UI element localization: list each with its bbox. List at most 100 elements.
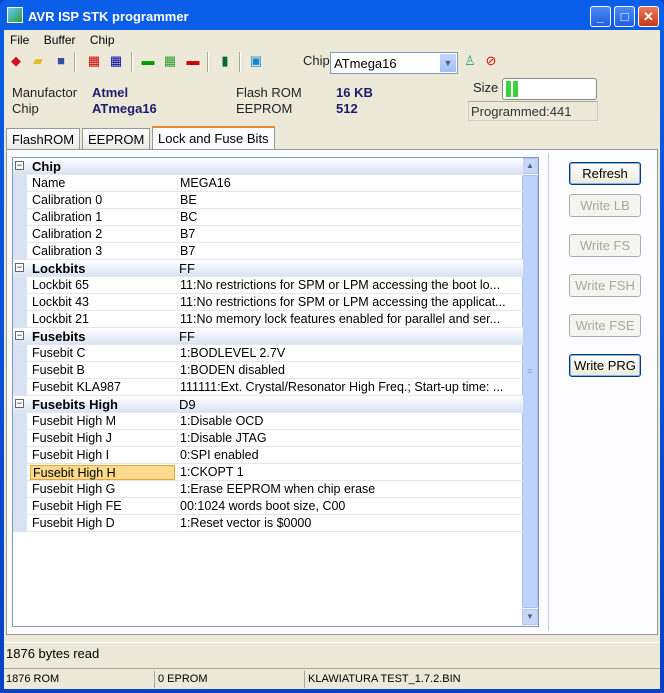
chevron-down-icon[interactable]: ▼ <box>440 54 456 72</box>
property-row[interactable]: Fusebit High I 0:SPI enabled <box>13 447 523 464</box>
open-folder-icon[interactable]: ▰ <box>30 53 46 69</box>
memory-icon[interactable]: ▮ <box>217 53 233 69</box>
property-row[interactable]: Fusebit B 1:BODEN disabled <box>13 362 523 379</box>
row-gutter <box>13 243 27 260</box>
property-row[interactable]: Calibration 3 B7 <box>13 243 523 260</box>
property-row[interactable]: Lockbit 43 11:No restrictions for SPM or … <box>13 294 523 311</box>
write-prg-button[interactable]: Write PRG <box>569 354 641 377</box>
status-eprom: 0 EPROM <box>158 673 208 685</box>
row-gutter <box>13 430 27 447</box>
size-label: Size <box>473 80 499 95</box>
write-chip-icon[interactable]: ▦ <box>108 53 124 69</box>
chip-erase-icon[interactable]: ▬ <box>185 53 201 69</box>
menu-buffer[interactable]: Buffer <box>44 33 76 47</box>
row-gutter <box>13 464 27 481</box>
property-row[interactable]: Fusebit High D 1:Reset vector is $0000 <box>13 515 523 532</box>
property-row[interactable]: Name MEGA16 <box>13 175 523 192</box>
verify-chip-icon[interactable]: ▬ <box>140 53 156 69</box>
minimize-button[interactable]: _ <box>590 6 611 27</box>
exit-icon[interactable]: ▣ <box>248 53 264 69</box>
collapse-icon[interactable]: − <box>15 263 24 272</box>
property-name: Calibration 3 <box>32 244 103 258</box>
stop-icon[interactable]: ⊘ <box>483 53 499 69</box>
property-row[interactable]: Lockbit 21 11:No memory lock features ena… <box>13 311 523 328</box>
row-gutter <box>13 294 27 311</box>
write-fse-button[interactable]: Write FSE <box>569 314 641 337</box>
vertical-scrollbar[interactable]: ▲ ≡ ▼ <box>522 158 538 626</box>
property-row[interactable]: Fusebit High H 1:CKOPT 1 <box>13 464 523 481</box>
chip-label: Chip <box>303 53 330 68</box>
row-gutter <box>13 379 27 396</box>
property-value: B7 <box>177 244 522 258</box>
app-icon <box>7 7 23 23</box>
property-row[interactable]: Fusebit High M 1:Disable OCD <box>13 413 523 430</box>
property-name: Calibration 0 <box>32 193 103 207</box>
menu-file[interactable]: File <box>10 33 29 47</box>
collapse-icon[interactable]: − <box>15 399 24 408</box>
property-value: 1:Disable JTAG <box>177 431 522 445</box>
category-row[interactable]: − Lockbits FF <box>13 260 523 277</box>
blank-check-icon[interactable]: ▦ <box>162 53 178 69</box>
property-value: 1:Disable OCD <box>177 414 522 428</box>
tab-eeprom[interactable]: EEPROM <box>82 128 151 149</box>
property-row[interactable]: Calibration 1 BC <box>13 209 523 226</box>
collapse-icon[interactable]: − <box>15 331 24 340</box>
scroll-down-icon[interactable]: ▼ <box>522 609 538 625</box>
property-value: 11:No restrictions for SPM or LPM access… <box>177 278 522 292</box>
row-gutter <box>13 362 27 379</box>
menu-chip[interactable]: Chip <box>90 33 115 47</box>
category-row[interactable]: − Fusebits High D9 <box>13 396 523 413</box>
status-file: KLAWIATURA TEST_1.7.2.BIN <box>308 673 461 685</box>
erase-icon[interactable]: ◆ <box>8 53 24 69</box>
close-button[interactable]: ✕ <box>638 6 659 27</box>
property-name: Fusebit KLA987 <box>32 380 121 394</box>
property-row[interactable]: Fusebit High J 1:Disable JTAG <box>13 430 523 447</box>
maximize-button[interactable]: □ <box>614 6 635 27</box>
chip-info-value: ATmega16 <box>92 101 157 116</box>
client-area: File Buffer Chip ◆ ▰ ■ ▦ ▦ ▬ ▦ ▬ ▮ ▣ Chi… <box>4 30 660 689</box>
row-gutter <box>13 277 27 294</box>
property-value: 1:Erase EEPROM when chip erase <box>177 482 522 496</box>
category-row[interactable]: − Chip <box>13 158 523 175</box>
chip-select[interactable]: ATmega16 ▼ <box>330 52 458 74</box>
row-gutter <box>13 515 27 532</box>
row-gutter <box>13 481 27 498</box>
category-row[interactable]: − Fusebits FF <box>13 328 523 345</box>
property-row[interactable]: Fusebit C 1:BODLEVEL 2.7V <box>13 345 523 362</box>
property-name: Lockbit 21 <box>32 312 89 326</box>
chip-detect-icon[interactable]: ♙ <box>462 53 478 69</box>
row-gutter <box>13 345 27 362</box>
property-row[interactable]: Calibration 0 BE <box>13 192 523 209</box>
save-icon[interactable]: ■ <box>53 53 69 69</box>
property-row[interactable]: Fusebit High FE 00:1024 words boot size, … <box>13 498 523 515</box>
status-message: 1876 bytes read <box>4 642 660 664</box>
refresh-button[interactable]: Refresh <box>569 162 641 185</box>
property-name: Lockbits <box>32 261 86 276</box>
property-name: Name <box>32 176 66 190</box>
property-row[interactable]: Calibration 2 B7 <box>13 226 523 243</box>
property-value: BC <box>177 210 522 224</box>
title-bar: AVR ISP STK programmer _ □ ✕ <box>0 0 664 30</box>
property-value: 1:BODEN disabled <box>177 363 522 377</box>
property-row[interactable]: Fusebit KLA987 111111:Ext. Crystal/Resona… <box>13 379 523 396</box>
scroll-up-icon[interactable]: ▲ <box>522 158 538 174</box>
action-buttons: Refresh Write LB Write FS Write FSH Write FS… <box>548 153 652 631</box>
scroll-thumb[interactable]: ≡ <box>522 175 538 608</box>
property-name: Chip <box>32 159 61 174</box>
collapse-icon[interactable]: − <box>15 161 24 170</box>
read-chip-icon[interactable]: ▦ <box>86 53 102 69</box>
eeprom-value: 512 <box>336 101 358 116</box>
write-fsh-button[interactable]: Write FSH <box>569 274 641 297</box>
write-lb-button[interactable]: Write LB <box>569 194 641 217</box>
property-name: Lockbit 65 <box>32 278 89 292</box>
property-value: D9 <box>179 397 196 412</box>
tab-lock-fuse-bits[interactable]: Lock and Fuse Bits <box>152 126 275 150</box>
property-row[interactable]: Lockbit 65 11:No restrictions for SPM or … <box>13 277 523 294</box>
tab-flashrom[interactable]: FlashROM <box>6 128 81 149</box>
flash-value: 16 KB <box>336 85 373 100</box>
size-progress-bar <box>502 78 597 100</box>
property-value: MEGA16 <box>177 176 522 190</box>
write-fs-button[interactable]: Write FS <box>569 234 641 257</box>
row-gutter <box>13 413 27 430</box>
property-row[interactable]: Fusebit High G 1:Erase EEPROM when chip e… <box>13 481 523 498</box>
